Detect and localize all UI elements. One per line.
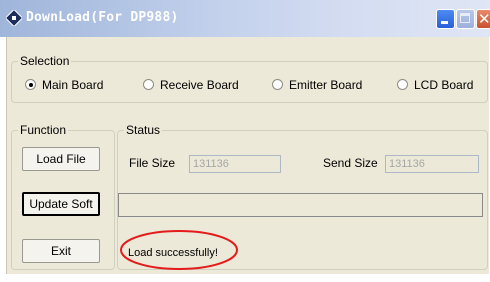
radio-lcd-board[interactable]: LCD Board — [397, 77, 487, 93]
radio-indicator — [397, 79, 408, 90]
app-icon — [6, 10, 22, 26]
file-size-label: File Size — [129, 156, 176, 170]
radio-indicator-checked — [25, 79, 36, 90]
function-legend: Function — [18, 123, 69, 137]
minimize-icon — [441, 21, 448, 24]
load-file-button[interactable]: Load File — [22, 147, 100, 171]
dialog-client-area: Selection Main Board Receive Board Emitt… — [6, 37, 489, 274]
file-size-field: 131136 — [189, 155, 281, 173]
radio-indicator — [272, 79, 283, 90]
maximize-icon — [460, 13, 470, 23]
send-size-field: 131136 — [385, 155, 479, 173]
update-soft-button[interactable]: Update Soft — [22, 192, 100, 216]
selection-legend: Selection — [18, 54, 72, 68]
send-size-label: Send Size — [323, 156, 378, 170]
window-title: DownLoad(For DP988) — [26, 10, 179, 25]
radio-emitter-board[interactable]: Emitter Board — [272, 77, 382, 93]
radio-label: Emitter Board — [289, 78, 363, 92]
status-legend: Status — [124, 123, 163, 137]
annotation-circle — [120, 230, 238, 270]
download-window: DownLoad(For DP988) ✕ Selection Main Boa… — [0, 0, 490, 274]
progress-bar — [118, 193, 483, 217]
maximize-button[interactable] — [456, 9, 475, 29]
exit-button[interactable]: Exit — [22, 239, 100, 263]
radio-receive-board[interactable]: Receive Board — [143, 77, 253, 93]
minimize-button[interactable] — [436, 9, 455, 29]
radio-label: LCD Board — [414, 78, 474, 92]
radio-indicator — [143, 79, 154, 90]
close-button[interactable]: ✕ — [476, 9, 490, 29]
title-bar[interactable]: DownLoad(For DP988) ✕ — [0, 0, 490, 37]
close-icon: ✕ — [478, 10, 490, 28]
radio-main-board[interactable]: Main Board — [25, 77, 135, 93]
radio-label: Receive Board — [160, 78, 239, 92]
radio-label: Main Board — [42, 78, 104, 92]
